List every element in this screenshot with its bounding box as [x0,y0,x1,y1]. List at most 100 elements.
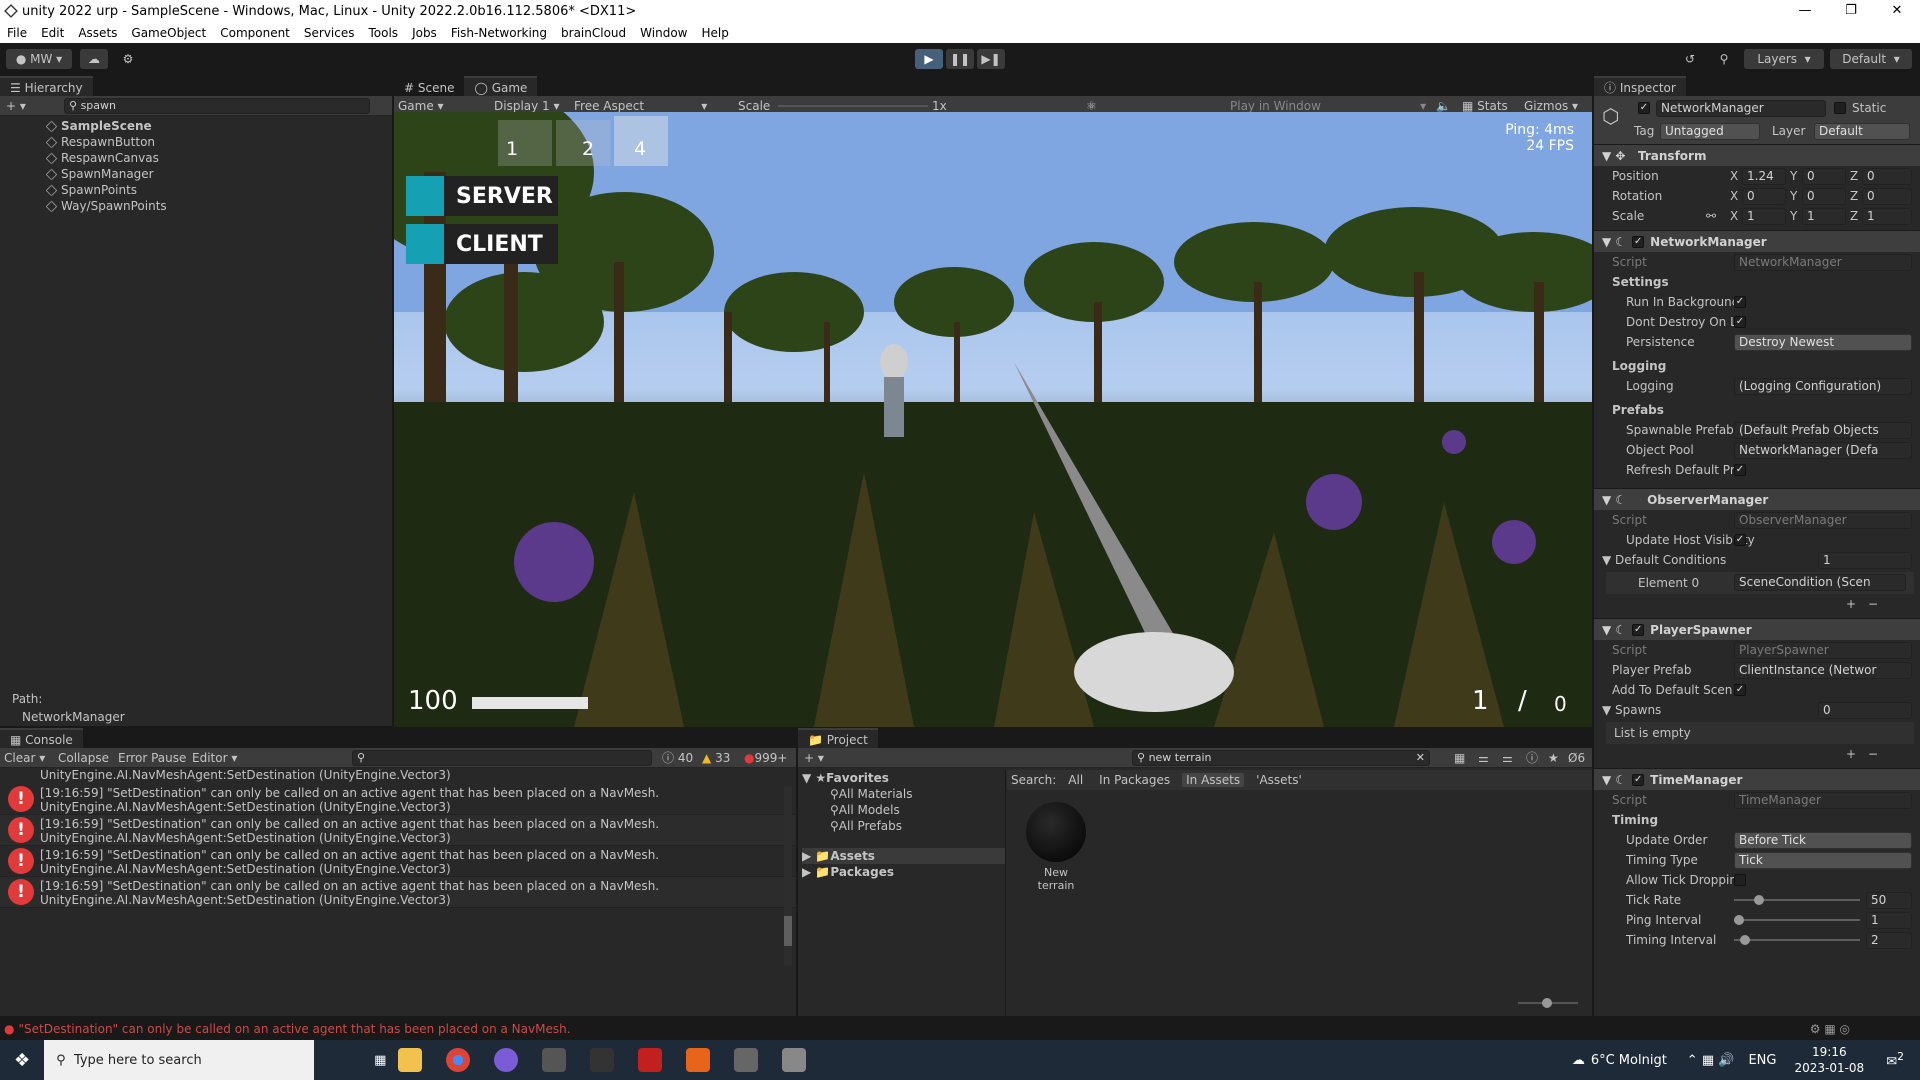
menu-component[interactable]: Component [213,26,297,40]
position-z-field[interactable]: 0 [1862,168,1912,185]
maximize-button[interactable]: ❐ [1828,0,1874,22]
mute-icon[interactable]: 🔈 [1436,99,1451,113]
menu-gameobject[interactable]: GameObject [124,26,213,40]
assets-folder[interactable]: ▶ 📁 Assets [802,848,1005,864]
history-icon[interactable]: ↺ [1676,49,1704,69]
aspect-dropdown[interactable]: Free Aspect ▾ [574,99,707,113]
update-host-checkbox[interactable]: ✓ [1734,534,1746,546]
minimize-button[interactable]: — [1782,0,1828,22]
console-search-input[interactable]: ⚲ [352,749,652,766]
favorite-star-icon[interactable]: ★ [1548,751,1559,765]
app-orange-icon[interactable] [686,1048,711,1072]
console-entry[interactable]: ! [19:16:59] "SetDestination" can only be… [0,815,796,846]
hidden-count[interactable]: Ø6 [1568,751,1585,765]
clear-search-icon[interactable]: ✕ [1416,751,1425,764]
remove-element-button[interactable]: − [1868,597,1878,611]
windows-start-icon[interactable]: ❖ [14,1050,30,1071]
network-manager-enabled-checkbox[interactable]: ✓ [1632,235,1645,248]
tab-console[interactable]: ▦ Console [0,728,83,748]
menu-assets[interactable]: Assets [71,26,124,40]
app-icon[interactable] [494,1048,519,1072]
layout-dropdown[interactable]: Default ▾ [1830,49,1912,69]
search-icon[interactable]: ⚲ [1710,49,1738,69]
position-y-field[interactable]: 0 [1802,168,1846,185]
notifications-icon[interactable]: ✉2 [1886,1050,1904,1069]
update-order-dropdown[interactable]: Before Tick [1734,832,1912,849]
tab-hierarchy[interactable]: ☰ Hierarchy [0,76,93,96]
fav-item[interactable]: ⚲ All Prefabs [830,818,1005,834]
allow-drop-checkbox[interactable] [1734,874,1746,886]
menu-braincloud[interactable]: brainCloud [554,26,633,40]
taskbar-search-input[interactable]: ⚲ Type here to search [44,1040,315,1080]
ping-interval-field[interactable]: 1 [1866,912,1912,929]
app-red-icon[interactable] [638,1048,663,1072]
scope-in-packages[interactable]: In Packages [1099,773,1170,787]
hierarchy-item[interactable]: SpawnPoints [45,182,392,198]
tab-scene[interactable]: # Scene [394,76,465,96]
object-active-checkbox[interactable]: ✓ [1638,102,1650,114]
element-0-field[interactable]: SceneCondition (Scen [1734,574,1906,591]
menu-services[interactable]: Services [297,26,362,40]
create-asset-button[interactable]: + ▾ [804,751,824,765]
client-button[interactable]: CLIENT [406,224,558,264]
editor-dropdown[interactable]: Editor ▾ [192,751,237,765]
scene-root[interactable]: SampleScene [45,118,392,134]
hotbar-slot[interactable]: 2 [556,120,610,166]
tick-rate-slider[interactable] [1734,895,1860,905]
scale-z-field[interactable]: 1 [1862,208,1912,225]
conditions-count-field[interactable]: 1 [1818,552,1912,569]
console-entry[interactable]: ! [19:16:59] "SetDestination" can only be… [0,846,796,877]
unity-hub-icon[interactable] [542,1048,567,1072]
fav-item[interactable]: ⚲ All Models [830,802,1005,818]
unity-editor-icon[interactable] [782,1048,807,1072]
console-entry[interactable]: ! [19:16:59] "SetDestination" can only be… [0,784,796,815]
project-search-input[interactable]: ⚲ new terrain ✕ [1132,749,1430,766]
info-count-toggle[interactable]: ⓘ 40 [662,749,693,766]
spawnable-field[interactable]: (Default Prefab Objects [1734,422,1912,439]
rotation-x-field[interactable]: 0 [1742,188,1786,205]
pause-button[interactable]: ❚❚ [946,49,974,69]
hotbar-slot[interactable]: 1 [498,120,552,166]
time-manager-enabled-checkbox[interactable]: ✓ [1632,773,1645,786]
persistence-dropdown[interactable]: Destroy Newest [1734,334,1912,351]
scale-slider[interactable] [778,105,928,107]
gizmos-dropdown[interactable]: Gizmos ▾ [1524,99,1578,113]
menu-file[interactable]: File [0,26,34,40]
constrain-link-icon[interactable]: ⚯ [1706,209,1716,223]
slider-thumb[interactable] [1734,915,1744,925]
thumbnail-size-slider[interactable] [1518,998,1578,1008]
add-spawn-button[interactable]: + [1846,747,1856,761]
play-button[interactable]: ▶ [915,49,943,69]
slider-thumb[interactable] [1754,895,1764,905]
error-pause-button[interactable]: Error Pause [118,751,186,765]
ping-interval-slider[interactable] [1734,915,1860,925]
menu-jobs[interactable]: Jobs [405,26,444,40]
clock[interactable]: 19:16 2023-01-08 [1794,1044,1864,1076]
hierarchy-item[interactable]: Way/SpawnPoints [45,198,392,214]
hierarchy-search-input[interactable]: ⚲ spawn [64,97,370,114]
tag-dropdown[interactable]: Untagged [1660,123,1760,140]
scope-assets-folder[interactable]: 'Assets' [1256,773,1302,787]
rotation-y-field[interactable]: 0 [1802,188,1846,205]
menu-help[interactable]: Help [694,26,735,40]
tab-inspector[interactable]: ⓘ Inspector [1594,76,1686,96]
file-explorer-icon[interactable] [398,1048,423,1072]
display-dropdown[interactable]: Display 1 ▾ [494,99,560,113]
server-button[interactable]: SERVER [406,176,558,216]
favorites-node[interactable]: ▼ ★ Favorites [802,770,1005,786]
timing-interval-field[interactable]: 2 [1866,932,1912,949]
network-manager-header[interactable]: ▼ ☾ ✓ NetworkManager [1594,230,1920,252]
error-count-toggle[interactable]: ●999+ [744,751,787,765]
position-x-field[interactable]: 1.24 [1742,168,1786,185]
menu-edit[interactable]: Edit [34,26,71,40]
console-scroll-thumb[interactable] [784,916,792,946]
spawns-row[interactable]: ▼ Spawns 0 [1594,700,1920,720]
hierarchy-item[interactable]: RespawnButton [45,134,392,150]
log-type-icon[interactable]: ⓘ [1526,749,1538,766]
tray-icons[interactable]: ⌃ ▦ 🔊 [1687,1053,1735,1068]
static-checkbox[interactable] [1834,102,1846,114]
add-element-button[interactable]: + [1846,597,1856,611]
rider-icon[interactable] [590,1048,615,1072]
scale-x-field[interactable]: 1 [1742,208,1786,225]
menu-tools[interactable]: Tools [362,26,406,40]
